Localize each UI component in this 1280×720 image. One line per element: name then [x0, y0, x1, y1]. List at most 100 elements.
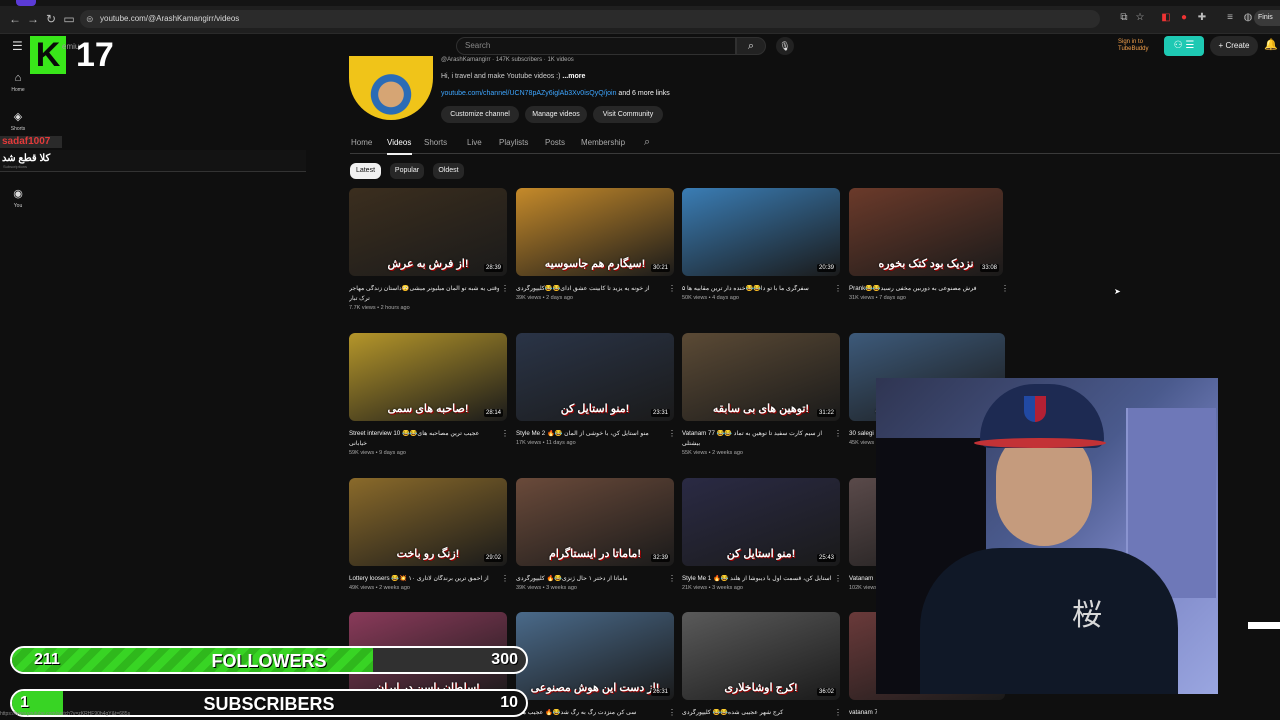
video-more-actions-icon[interactable]: ⋮	[668, 429, 676, 438]
video-title[interactable]: Vatanam	[849, 575, 877, 583]
channel-avatar[interactable]	[349, 56, 433, 120]
channel-description[interactable]: Hi, i travel and make Youtube videos :) …	[441, 73, 585, 80]
channel-join-link[interactable]: youtube.com/channel/UCN78pAZy6iglAb3Xv0i…	[441, 90, 616, 97]
video-title[interactable]: سفرگری ما با تو دا😂😂خنده دار ترین مقابیه…	[682, 285, 832, 293]
video-title-line2[interactable]: بیشتلی	[682, 440, 832, 448]
cast-icon[interactable]: ⧉	[1118, 12, 1130, 24]
video-title[interactable]: 30 salegi	[849, 430, 877, 438]
site-info-icon[interactable]: ⊜	[86, 10, 94, 28]
video-thumbnail[interactable]: صاحبه های سمی! 28:14	[349, 333, 507, 421]
video-thumbnail[interactable]: منو استایل کن! 23:31	[516, 333, 674, 421]
video-title[interactable]: Style Me 2 🔥😂 منو استایل کن، با خوشی از …	[516, 430, 666, 438]
video-title[interactable]: vatanam 75 😂😂 از سیگاری یک آرش کمانگیر ت…	[849, 709, 877, 717]
video-title[interactable]: از خونه یه یزید تا کابینت عشق ادای😂😂کلیپ…	[516, 285, 666, 293]
video-title[interactable]: Vatanam 77 😂😂 از سیم کارت سفید تا توهین …	[682, 430, 832, 438]
customize-channel-button[interactable]: Customize channel	[441, 106, 519, 123]
video-more-actions-icon[interactable]: ⋮	[834, 429, 842, 438]
channel-search-icon[interactable]: ⌕	[644, 136, 650, 149]
finish-update-button[interactable]: Finis	[1254, 10, 1280, 26]
video-title[interactable]: کرج شهر عجیبی شده😂😂 کلیپورگردی	[682, 709, 832, 717]
create-button[interactable]: + Create	[1210, 36, 1258, 56]
reload-icon[interactable]: ↻	[44, 12, 58, 26]
more-links-link[interactable]: and 6 more links	[616, 90, 669, 97]
bookmark-star-icon[interactable]: ☆	[1134, 12, 1146, 24]
video-thumbnail[interactable]: از دست این هوش مصنوعی!26:31	[516, 612, 674, 700]
back-icon[interactable]: ←	[8, 12, 22, 26]
rail-you[interactable]: ◉ You	[4, 187, 32, 209]
video-title[interactable]: Style Me 1 🔥😂 منو استایل کن، قسمت اول با…	[682, 575, 832, 583]
tab-playlists[interactable]: Playlists	[499, 138, 528, 147]
chip-latest[interactable]: Latest	[350, 163, 381, 179]
video-more-actions-icon[interactable]: ⋮	[668, 574, 676, 583]
video-title[interactable]: Lottery loosers 😂💥 از احمق ترین برندگان …	[349, 575, 499, 583]
video-more-actions-icon[interactable]: ⋮	[668, 708, 676, 717]
tab-membership[interactable]: Membership	[581, 138, 625, 147]
video-title-line2[interactable]: ترک تبار	[349, 295, 499, 303]
description-more-link[interactable]: ...more	[562, 73, 585, 80]
forward-icon[interactable]: →	[26, 12, 40, 26]
tab-home[interactable]: Home	[351, 138, 372, 147]
video-more-actions-icon[interactable]: ⋮	[834, 708, 842, 717]
tab-shorts[interactable]: Shorts	[424, 138, 447, 147]
thumbnail-caption: از دست این هوش مصنوعی!	[530, 682, 660, 694]
extension-new-icon[interactable]: ◧	[1160, 12, 1172, 24]
link-status-url: https://www.youtube.com/watch?v=zKRHF90h…	[0, 711, 131, 717]
followers-label: FOLLOWERS	[211, 651, 327, 671]
video-duration: 26:31	[650, 688, 670, 696]
video-title[interactable]: ماماتا از دختر ۱ حال ژنزی😂🔥 کلیپورگردی	[516, 575, 666, 583]
video-thumbnail[interactable]: سیگارم هم جاسوسیه! 30:21	[516, 188, 674, 276]
search-icon[interactable]: ⌕	[736, 37, 766, 55]
video-thumbnail[interactable]: از فرش به عرش! 28:39	[349, 188, 507, 276]
video-more-actions-icon[interactable]: ⋮	[834, 574, 842, 583]
search-input[interactable]: Search	[456, 37, 736, 55]
microphone-icon[interactable]: 🎙	[776, 37, 794, 55]
browser-chrome: ← → ↻ ▭ ⊜ youtube.com/@ArashKamangirr/vi…	[0, 0, 1280, 34]
tubebuddy-icon[interactable]: ⚇ ☰	[1164, 36, 1204, 56]
notifications-bell-icon[interactable]: 🔔	[1264, 38, 1278, 54]
video-thumbnail[interactable]: کرج اوشاخلاری! 36:02	[682, 612, 840, 700]
video-views: 39K views	[516, 295, 542, 301]
video-title[interactable]: وقتی یه شبه تو آلمان میلیونر میشی😳داستان…	[349, 285, 499, 293]
extension-red-icon[interactable]: ●	[1178, 12, 1190, 24]
chip-popular[interactable]: Popular	[390, 163, 424, 179]
home-icon: ⌂	[14, 72, 22, 84]
reading-list-icon[interactable]: ≡	[1224, 12, 1236, 24]
video-more-actions-icon[interactable]: ⋮	[501, 429, 509, 438]
address-bar[interactable]: ⊜ youtube.com/@ArashKamangirr/videos	[80, 10, 1100, 28]
video-title[interactable]: Prank😂😂فرش مصنوعی به دوربین مخفی رسید	[849, 285, 999, 293]
video-more-actions-icon[interactable]: ⋮	[1001, 284, 1009, 293]
sidebar-toggle-icon[interactable]: ▭	[62, 12, 76, 26]
tubebuddy-signin-link[interactable]: Sign in to TubeBuddy	[1118, 39, 1160, 53]
thumbnail-caption: ماماتا در اینستاگرام!	[549, 548, 641, 560]
video-thumbnail[interactable]: زنگ رو باخت! 29:02	[349, 478, 507, 566]
video-thumbnail[interactable]: نزدیک بود کتک بخوره 33:08	[849, 188, 1003, 276]
video-thumbnail[interactable]: 20:39	[682, 188, 840, 276]
video-title-line2[interactable]: خیابانی	[349, 440, 499, 448]
video-more-actions-icon[interactable]: ⋮	[501, 284, 509, 293]
menu-icon[interactable]: ☰	[12, 40, 24, 52]
video-thumbnail[interactable]: توهین های بی سابقه! 31:22	[682, 333, 840, 421]
edge-marker	[1248, 622, 1280, 629]
chip-oldest[interactable]: Oldest	[433, 163, 464, 179]
video-title[interactable]: Street interview 10 😂😂عجیب ترین مصاحبه ه…	[349, 430, 499, 438]
extensions-puzzle-icon[interactable]: ✚	[1196, 12, 1208, 24]
tab-live[interactable]: Live	[467, 138, 482, 147]
streamer-webcam: 桜	[876, 378, 1218, 694]
tab-posts[interactable]: Posts	[545, 138, 565, 147]
video-title[interactable]: سی کن منزدت رگ به رگ شد😂🔥 عجیب های	[516, 709, 666, 717]
video-more-actions-icon[interactable]: ⋮	[668, 284, 676, 293]
video-thumbnail[interactable]: منو استایل کن! 25:43	[682, 478, 840, 566]
visit-community-button[interactable]: Visit Community	[593, 106, 663, 123]
video-thumbnail[interactable]: ماماتا در اینستاگرام! 32:39	[516, 478, 674, 566]
video-more-actions-icon[interactable]: ⋮	[834, 284, 842, 293]
profile-icon[interactable]: ◍	[1242, 12, 1254, 24]
video-views: 102K views	[849, 585, 878, 591]
rail-subscriptions-label: Subscriptions	[3, 164, 28, 169]
shorts-icon: ◈	[13, 111, 23, 123]
manage-videos-button[interactable]: Manage videos	[525, 106, 587, 123]
video-more-actions-icon[interactable]: ⋮	[501, 574, 509, 583]
tab-videos[interactable]: Videos	[387, 138, 411, 147]
active-tab-indicator[interactable]	[16, 0, 36, 6]
rail-home[interactable]: ⌂ Home	[4, 72, 32, 93]
rail-shorts[interactable]: ◈ Shorts	[4, 110, 32, 132]
